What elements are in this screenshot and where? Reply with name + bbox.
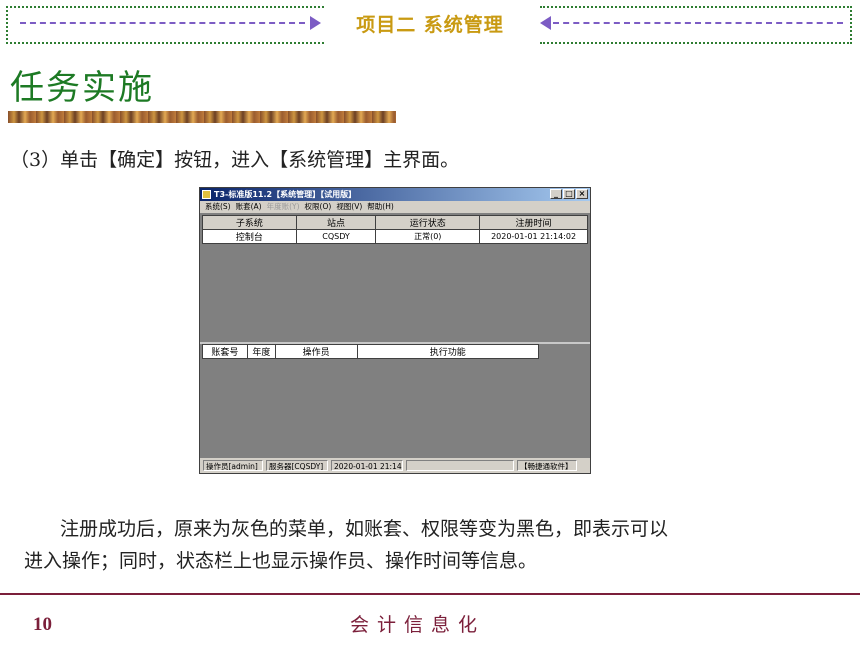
col-header-login-time[interactable]: 注册时间: [479, 215, 588, 230]
explanation-paragraph: 注册成功后，原来为灰色的菜单，如账套、权限等变为黑色，即表示可以 进入操作；同时…: [24, 513, 824, 577]
table-header-row: 子系统 站点 运行状态 注册时间: [202, 215, 588, 230]
cell-login-time: 2020-01-01 21:14:02: [479, 229, 588, 244]
header-title: 项目二 系统管理: [356, 14, 504, 36]
menu-system[interactable]: 系统(S): [205, 201, 231, 213]
menu-permissions[interactable]: 权限(O): [305, 201, 332, 213]
status-brand: 【畅捷通软件】: [517, 460, 577, 471]
subsystem-table: 子系统 站点 运行状态 注册时间 控制台 CQSDY 正常(0) 2020-01…: [202, 215, 588, 244]
minimize-button[interactable]: _: [550, 189, 562, 199]
status-bar: 操作员[admin] 服务器[CQSDY] 2020-01-01 21:14 【…: [200, 458, 590, 473]
header-dotted-frame-right: [540, 6, 852, 44]
task-title: 任务实施: [10, 68, 154, 108]
cell-status: 正常(0): [375, 229, 481, 244]
menu-bar: 系统(S) 账套(A) 年度账(Y) 权限(O) 视图(V) 帮助(H): [200, 201, 590, 213]
header-dashed-line-left: [20, 22, 305, 24]
footer-divider: [0, 593, 860, 595]
explanation-line-1: 注册成功后，原来为灰色的菜单，如账套、权限等变为黑色，即表示可以: [60, 518, 669, 540]
app-window: T3-标准版11.2【系统管理】【试用版】 _ □ × 系统(S) 账套(A) …: [199, 187, 591, 474]
footer-title: 会计信息化: [350, 614, 486, 636]
arrow-right-icon: [310, 16, 321, 30]
step-instruction: （3）单击【确定】按钮，进入【系统管理】主界面。: [10, 149, 460, 171]
operation-log-table: 账套号 年度 操作员 执行功能: [202, 344, 540, 359]
decorative-bar: [8, 111, 396, 123]
col-header-status[interactable]: 运行状态: [375, 215, 481, 230]
status-server: 服务器[CQSDY]: [266, 460, 328, 471]
menu-view[interactable]: 视图(V): [336, 201, 362, 213]
page-number: 10: [33, 614, 52, 635]
table-row[interactable]: 控制台 CQSDY 正常(0) 2020-01-01 21:14:02: [202, 229, 588, 244]
header-dotted-frame-left: [6, 6, 324, 44]
status-spacer: [406, 460, 514, 471]
col-header-subsystem[interactable]: 子系统: [202, 215, 297, 230]
window-titlebar[interactable]: T3-标准版11.2【系统管理】【试用版】 _ □ ×: [200, 188, 590, 201]
explanation-line-2: 进入操作；同时，状态栏上也显示操作员、操作时间等信息。: [24, 550, 538, 572]
window-title: T3-标准版11.2【系统管理】【试用版】: [214, 190, 357, 199]
app-icon: [202, 190, 211, 199]
table-header-row: 账套号 年度 操作员 执行功能: [202, 344, 540, 359]
col-header-site[interactable]: 站点: [295, 215, 377, 230]
menu-help[interactable]: 帮助(H): [367, 201, 394, 213]
menu-annual-account[interactable]: 年度账(Y): [267, 201, 300, 213]
col-header-account-no[interactable]: 账套号: [202, 344, 248, 359]
col-header-function[interactable]: 执行功能: [356, 344, 540, 359]
status-time: 2020-01-01 21:14: [331, 460, 403, 471]
close-button[interactable]: ×: [576, 189, 588, 199]
col-header-operator[interactable]: 操作员: [274, 344, 358, 359]
cell-site: CQSDY: [295, 229, 377, 244]
col-header-year[interactable]: 年度: [246, 344, 276, 359]
maximize-button[interactable]: □: [563, 189, 575, 199]
menu-account-set[interactable]: 账套(A): [236, 201, 262, 213]
cell-subsystem: 控制台: [202, 229, 297, 244]
status-operator: 操作员[admin]: [203, 460, 263, 471]
